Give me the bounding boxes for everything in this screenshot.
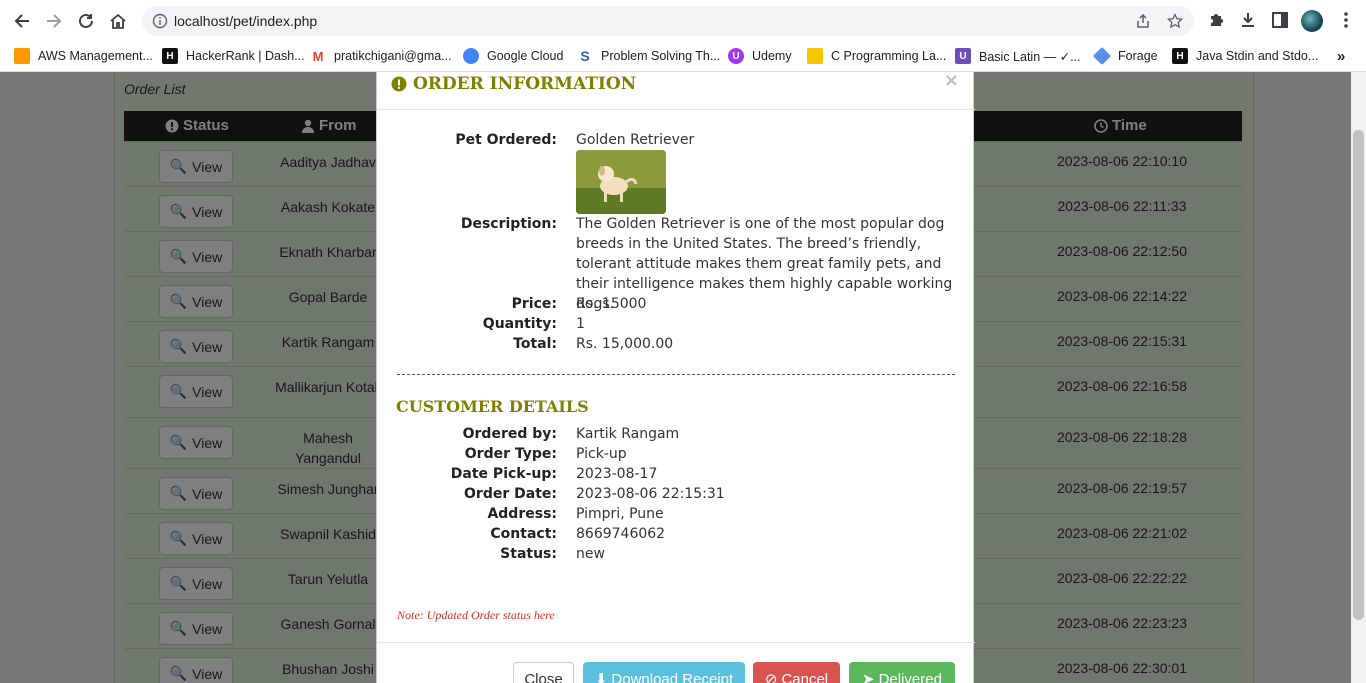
- forage-icon: [1092, 46, 1112, 66]
- contact-value: 8669746062: [576, 526, 666, 542]
- bookmark-hackerrank[interactable]: H HackerRank | Dash...: [162, 48, 305, 64]
- modal-header: ORDER INFORMATION ×: [377, 70, 975, 110]
- address-value: Pimpri, Pune: [576, 506, 664, 522]
- forward-icon[interactable]: [42, 9, 66, 33]
- problem-solving-icon: S: [580, 48, 590, 64]
- cancel-order-button[interactable]: ⊘ Cancel: [753, 662, 840, 683]
- bookmark-aws[interactable]: AWS Management...: [14, 48, 153, 64]
- order-type-label: Order Type:: [464, 446, 557, 462]
- pet-ordered-value: Golden Retriever: [576, 132, 695, 148]
- customer-details-title: CUSTOMER DETAILS: [396, 397, 589, 416]
- browser-toolbar: localhost/pet/index.php: [0, 0, 1366, 42]
- hackerrank-icon: H: [1172, 48, 1188, 64]
- status-label: Status:: [500, 546, 557, 562]
- quantity-value: 1: [576, 316, 585, 332]
- order-date-label: Order Date:: [464, 486, 557, 502]
- close-icon[interactable]: ×: [944, 70, 959, 91]
- close-button[interactable]: Close: [513, 662, 574, 683]
- profile-avatar[interactable]: [1301, 10, 1323, 32]
- bookmark-google-cloud[interactable]: Google Cloud: [463, 48, 563, 64]
- side-panel-icon[interactable]: [1270, 10, 1292, 32]
- status-value: new: [576, 546, 605, 562]
- order-information-modal: ORDER INFORMATION × Pet Ordered: Golden …: [376, 70, 975, 683]
- hackerrank-icon: H: [162, 48, 178, 64]
- address-bar[interactable]: localhost/pet/index.php: [142, 6, 1194, 36]
- ban-icon: ⊘: [764, 671, 778, 683]
- extensions-icon[interactable]: [1207, 10, 1229, 32]
- dog-photo-icon: [576, 150, 666, 214]
- price-label: Price:: [511, 296, 557, 312]
- status-update-note: Note: Updated Order status here: [397, 608, 555, 622]
- address-label: Address:: [487, 506, 557, 522]
- gmail-icon: M: [312, 48, 324, 64]
- google-cloud-icon: [463, 48, 479, 64]
- order-type-value: Pick-up: [576, 446, 627, 462]
- url-text[interactable]: localhost/pet/index.php: [174, 13, 317, 29]
- bookmark-gmail[interactable]: Mpratikchigani@gma...: [310, 48, 452, 64]
- site-info-icon[interactable]: [152, 13, 168, 33]
- send-icon: ➤: [862, 671, 875, 683]
- quantity-label: Quantity:: [482, 316, 557, 332]
- bookmark-udemy[interactable]: U Udemy: [728, 48, 792, 64]
- modal-title: ORDER INFORMATION: [391, 74, 636, 94]
- pet-image: [576, 150, 666, 214]
- order-date-value: 2023-08-06 22:15:31: [576, 486, 725, 502]
- contact-label: Contact:: [490, 526, 557, 542]
- bookmark-star-icon[interactable]: [1166, 12, 1184, 33]
- downloads-icon[interactable]: [1238, 10, 1260, 32]
- bookmark-java-stdin[interactable]: H Java Stdin and Stdo...: [1172, 48, 1318, 64]
- exclamation-circle-icon: [391, 76, 407, 92]
- bookmark-c-programming[interactable]: C Programming La...: [807, 48, 946, 64]
- pet-ordered-label: Pet Ordered:: [455, 132, 557, 148]
- section-divider: [397, 374, 955, 375]
- bookmarks-overflow-icon[interactable]: »: [1337, 48, 1345, 65]
- ordered-by-label: Ordered by:: [462, 426, 557, 442]
- modal-footer: Close ⬇ Download Receipt ⊘ Cancel ➤ Deliver…: [377, 642, 975, 683]
- total-value: Rs. 15,000.00: [576, 336, 674, 352]
- delivered-button[interactable]: ➤ Delivered: [849, 662, 955, 683]
- c-programming-icon: [807, 48, 823, 64]
- bookmarks-bar: AWS Management... H HackerRank | Dash... …: [0, 42, 1366, 72]
- bookmark-problem-solving[interactable]: S Problem Solving Th...: [577, 48, 720, 64]
- back-icon[interactable]: [10, 9, 34, 33]
- aws-icon: [14, 48, 30, 64]
- bookmark-basic-latin[interactable]: U Basic Latin — ✓...: [955, 48, 1080, 64]
- bookmark-forage[interactable]: Forage: [1092, 46, 1158, 66]
- date-pickup-label: Date Pick-up:: [450, 466, 557, 482]
- description-label: Description:: [460, 216, 557, 232]
- page-scrollbar[interactable]: [1351, 72, 1366, 683]
- download-icon: ⬇: [594, 671, 608, 683]
- reload-icon[interactable]: [74, 9, 98, 33]
- home-icon[interactable]: [106, 9, 130, 33]
- download-receipt-button[interactable]: ⬇ Download Receipt: [583, 662, 745, 683]
- ordered-by-value: Kartik Rangam: [576, 426, 680, 442]
- date-pickup-value: 2023-08-17: [576, 466, 658, 482]
- total-label: Total:: [513, 336, 557, 352]
- price-value: Rs. 15000: [576, 296, 647, 312]
- menu-kebab-icon[interactable]: [1336, 10, 1358, 32]
- udemy-icon: U: [728, 48, 744, 64]
- unicode-table-icon: U: [955, 48, 971, 64]
- share-icon[interactable]: [1135, 13, 1151, 33]
- scrollbar-thumb[interactable]: [1353, 130, 1364, 620]
